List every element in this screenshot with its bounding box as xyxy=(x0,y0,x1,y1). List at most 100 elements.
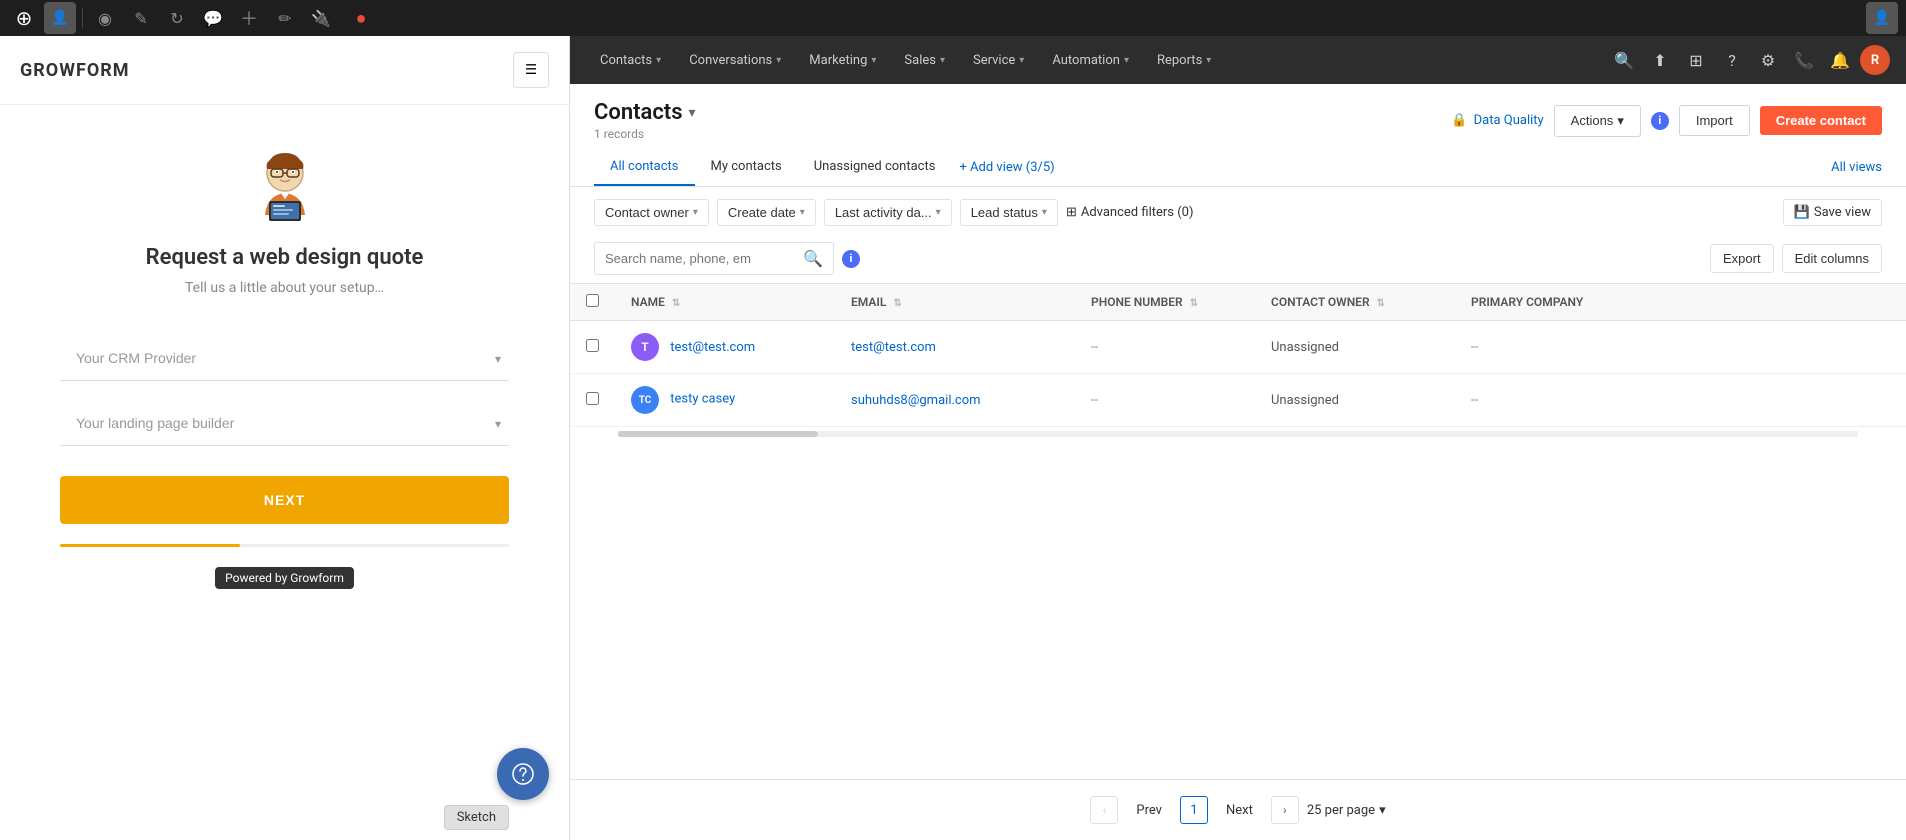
data-quality-label: Data Quality xyxy=(1474,113,1544,128)
growform-panel: GROWFORM ☰ xyxy=(0,36,570,840)
advanced-filters-btn[interactable]: ⊞ Advanced filters (0) xyxy=(1066,205,1194,220)
search-nav-icon[interactable]: 🔍 xyxy=(1608,44,1640,76)
add-new-icon[interactable]: ＋ xyxy=(233,2,265,34)
search-info-bubble[interactable]: i xyxy=(842,250,860,268)
row2-name-link[interactable]: testy casey xyxy=(670,392,735,407)
form-title: Request a web design quote xyxy=(146,245,424,270)
nav-service[interactable]: Service ▾ xyxy=(959,36,1038,84)
owner-sort-icon: ⇅ xyxy=(1377,298,1385,309)
prev-label[interactable]: Prev xyxy=(1126,799,1172,822)
row1-name-cell: T test@test.com xyxy=(615,321,835,374)
add-view-btn[interactable]: + Add view (3/5) xyxy=(951,149,1062,186)
landing-page-select[interactable]: Your landing page builder HubSpot Unboun… xyxy=(60,401,509,446)
per-page-arrow-icon: ▾ xyxy=(1379,803,1386,818)
import-button[interactable]: Import xyxy=(1679,105,1750,136)
phone-sort-icon: ⇅ xyxy=(1190,298,1198,309)
edit-columns-button[interactable]: Edit columns xyxy=(1782,244,1882,273)
grid-icon[interactable]: ⊞ xyxy=(1680,44,1712,76)
advanced-filters-label: Advanced filters (0) xyxy=(1081,205,1194,220)
help-widget-button[interactable] xyxy=(497,748,549,800)
col-company-header[interactable]: PRIMARY COMPANY xyxy=(1455,284,1906,321)
prev-arrow-btn[interactable]: ‹ xyxy=(1090,796,1118,824)
row1-email-link[interactable]: test@test.com xyxy=(851,340,936,355)
last-activity-filter[interactable]: Last activity da... ▾ xyxy=(824,199,952,226)
edit-posts-icon[interactable]: ✎ xyxy=(125,2,157,34)
crm-provider-select[interactable]: Your CRM Provider HubSpot Salesforce Zoh… xyxy=(60,336,509,381)
row1-checkbox[interactable] xyxy=(586,339,599,352)
nav-contacts-arrow: ▾ xyxy=(656,55,661,66)
hubspot-panel: Contacts ▾ Conversations ▾ Marketing ▾ S… xyxy=(570,36,1906,840)
plugin-icon[interactable]: 🔌 xyxy=(305,2,337,34)
user-avatar-btn[interactable]: R xyxy=(1860,45,1890,75)
dashboard-icon[interactable]: ◉ xyxy=(89,2,121,34)
name-sort-icon: ⇅ xyxy=(672,298,680,309)
lead-status-arrow-icon: ▾ xyxy=(1042,207,1047,218)
actions-info-bubble[interactable]: i xyxy=(1651,112,1669,130)
comments-icon[interactable]: 💬 xyxy=(197,2,229,34)
tab-all-contacts[interactable]: All contacts xyxy=(594,149,695,186)
row1-name-link[interactable]: test@test.com xyxy=(670,340,755,355)
nav-conversations-label: Conversations xyxy=(689,53,772,68)
actions-arrow-icon: ▾ xyxy=(1617,113,1624,129)
page-header: Contacts ▾ 1 records 🔒 Data Quality Acti… xyxy=(570,84,1906,141)
col-owner-header[interactable]: CONTACT OWNER ⇅ xyxy=(1255,284,1455,321)
nav-automation[interactable]: Automation ▾ xyxy=(1038,36,1143,84)
save-view-btn[interactable]: 💾 Save view xyxy=(1783,199,1882,226)
email-sort-icon: ⇅ xyxy=(893,298,901,309)
contact-owner-arrow-icon: ▾ xyxy=(693,207,698,218)
refresh-icon[interactable]: ↻ xyxy=(161,2,193,34)
row2-checkbox-cell xyxy=(570,374,615,427)
col-name-header[interactable]: NAME ⇅ xyxy=(615,284,835,321)
pencil-icon[interactable]: ✏ xyxy=(269,2,301,34)
last-activity-label: Last activity da... xyxy=(835,205,932,220)
upgrade-icon[interactable]: ⬆ xyxy=(1644,44,1676,76)
user-avatar[interactable]: 👤 xyxy=(1866,2,1898,34)
page-title: Contacts ▾ xyxy=(594,100,696,125)
search-input[interactable] xyxy=(605,251,797,266)
col-name-label: NAME xyxy=(631,295,665,309)
wp-avatar-btn[interactable]: 👤 xyxy=(44,2,76,34)
per-page-selector[interactable]: 25 per page ▾ xyxy=(1307,803,1386,818)
actions-button[interactable]: Actions ▾ xyxy=(1554,105,1641,137)
notifications-icon[interactable]: 🔔 xyxy=(1824,44,1856,76)
phone-icon[interactable]: 📞 xyxy=(1788,44,1820,76)
search-input-wrapper: 🔍 xyxy=(594,242,834,275)
col-phone-header[interactable]: PHONE NUMBER ⇅ xyxy=(1075,284,1255,321)
pagination-bar: ‹ Prev 1 Next › 25 per page ▾ xyxy=(570,779,1906,840)
next-button[interactable]: NEXT xyxy=(60,476,509,524)
data-quality-btn[interactable]: 🔒 Data Quality xyxy=(1451,113,1543,128)
create-date-filter[interactable]: Create date ▾ xyxy=(717,199,816,226)
sketch-badge: Sketch xyxy=(444,805,509,830)
title-dropdown-icon[interactable]: ▾ xyxy=(689,105,696,121)
col-email-header[interactable]: EMAIL ⇅ xyxy=(835,284,1075,321)
col-phone-label: PHONE NUMBER xyxy=(1091,295,1183,309)
row1-checkbox-cell xyxy=(570,321,615,374)
row2-name-cell: TC testy casey xyxy=(615,374,835,427)
next-label[interactable]: Next xyxy=(1216,799,1263,822)
nav-contacts[interactable]: Contacts ▾ xyxy=(586,36,675,84)
lead-status-filter[interactable]: Lead status ▾ xyxy=(960,199,1058,226)
settings-icon[interactable]: ⚙ xyxy=(1752,44,1784,76)
nav-reports[interactable]: Reports ▾ xyxy=(1143,36,1225,84)
row2-email-link[interactable]: suhuhds8@gmail.com xyxy=(851,393,981,408)
all-views-btn[interactable]: All views xyxy=(1831,149,1882,186)
nav-sales[interactable]: Sales ▾ xyxy=(890,36,959,84)
nav-conversations-arrow: ▾ xyxy=(776,55,781,66)
create-contact-button[interactable]: Create contact xyxy=(1760,106,1882,135)
next-arrow-btn[interactable]: › xyxy=(1271,796,1299,824)
row2-checkbox[interactable] xyxy=(586,392,599,405)
select-all-checkbox[interactable] xyxy=(586,294,599,307)
tab-my-contacts[interactable]: My contacts xyxy=(695,149,798,186)
powered-by-badge: Powered by Growform xyxy=(215,567,354,589)
tab-unassigned-contacts[interactable]: Unassigned contacts xyxy=(798,149,952,186)
growform-menu-button[interactable]: ☰ xyxy=(513,52,549,88)
horizontal-scroll-thumb[interactable] xyxy=(618,431,818,437)
nav-conversations[interactable]: Conversations ▾ xyxy=(675,36,795,84)
export-button[interactable]: Export xyxy=(1710,244,1774,273)
help-icon[interactable]: ? xyxy=(1716,44,1748,76)
contact-owner-filter[interactable]: Contact owner ▾ xyxy=(594,199,709,226)
nav-marketing[interactable]: Marketing ▾ xyxy=(795,36,890,84)
record-btn[interactable]: ● xyxy=(345,2,377,34)
nav-right-icons: 🔍 ⬆ ⊞ ? ⚙ 📞 🔔 R xyxy=(1608,44,1890,76)
wordpress-logo-btn[interactable]: ⊕ xyxy=(8,2,40,34)
